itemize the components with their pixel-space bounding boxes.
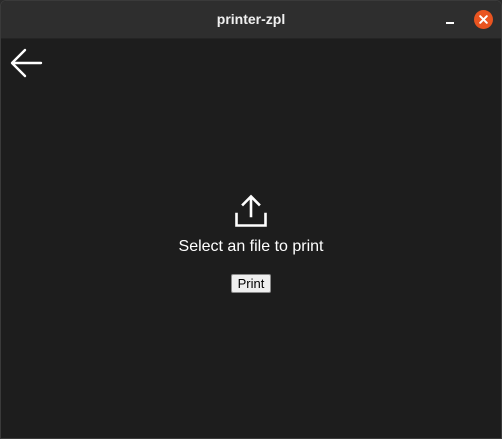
back-button[interactable] [8,46,44,80]
app-window: printer-zpl Select an file to print Prin… [0,0,502,439]
close-icon [474,10,493,29]
close-button[interactable] [474,10,493,29]
upload-panel: Select an file to print Print [1,194,501,293]
select-file-prompt: Select an file to print [178,238,324,255]
upload-icon[interactable] [234,194,268,228]
window-title: printer-zpl [216,11,286,27]
minimize-icon [446,22,454,24]
arrow-left-icon [10,48,43,78]
title-bar[interactable]: printer-zpl [1,1,501,39]
minimize-button[interactable] [441,11,459,29]
main-content: Select an file to print Print [1,39,501,438]
print-button[interactable]: Print [230,274,272,293]
